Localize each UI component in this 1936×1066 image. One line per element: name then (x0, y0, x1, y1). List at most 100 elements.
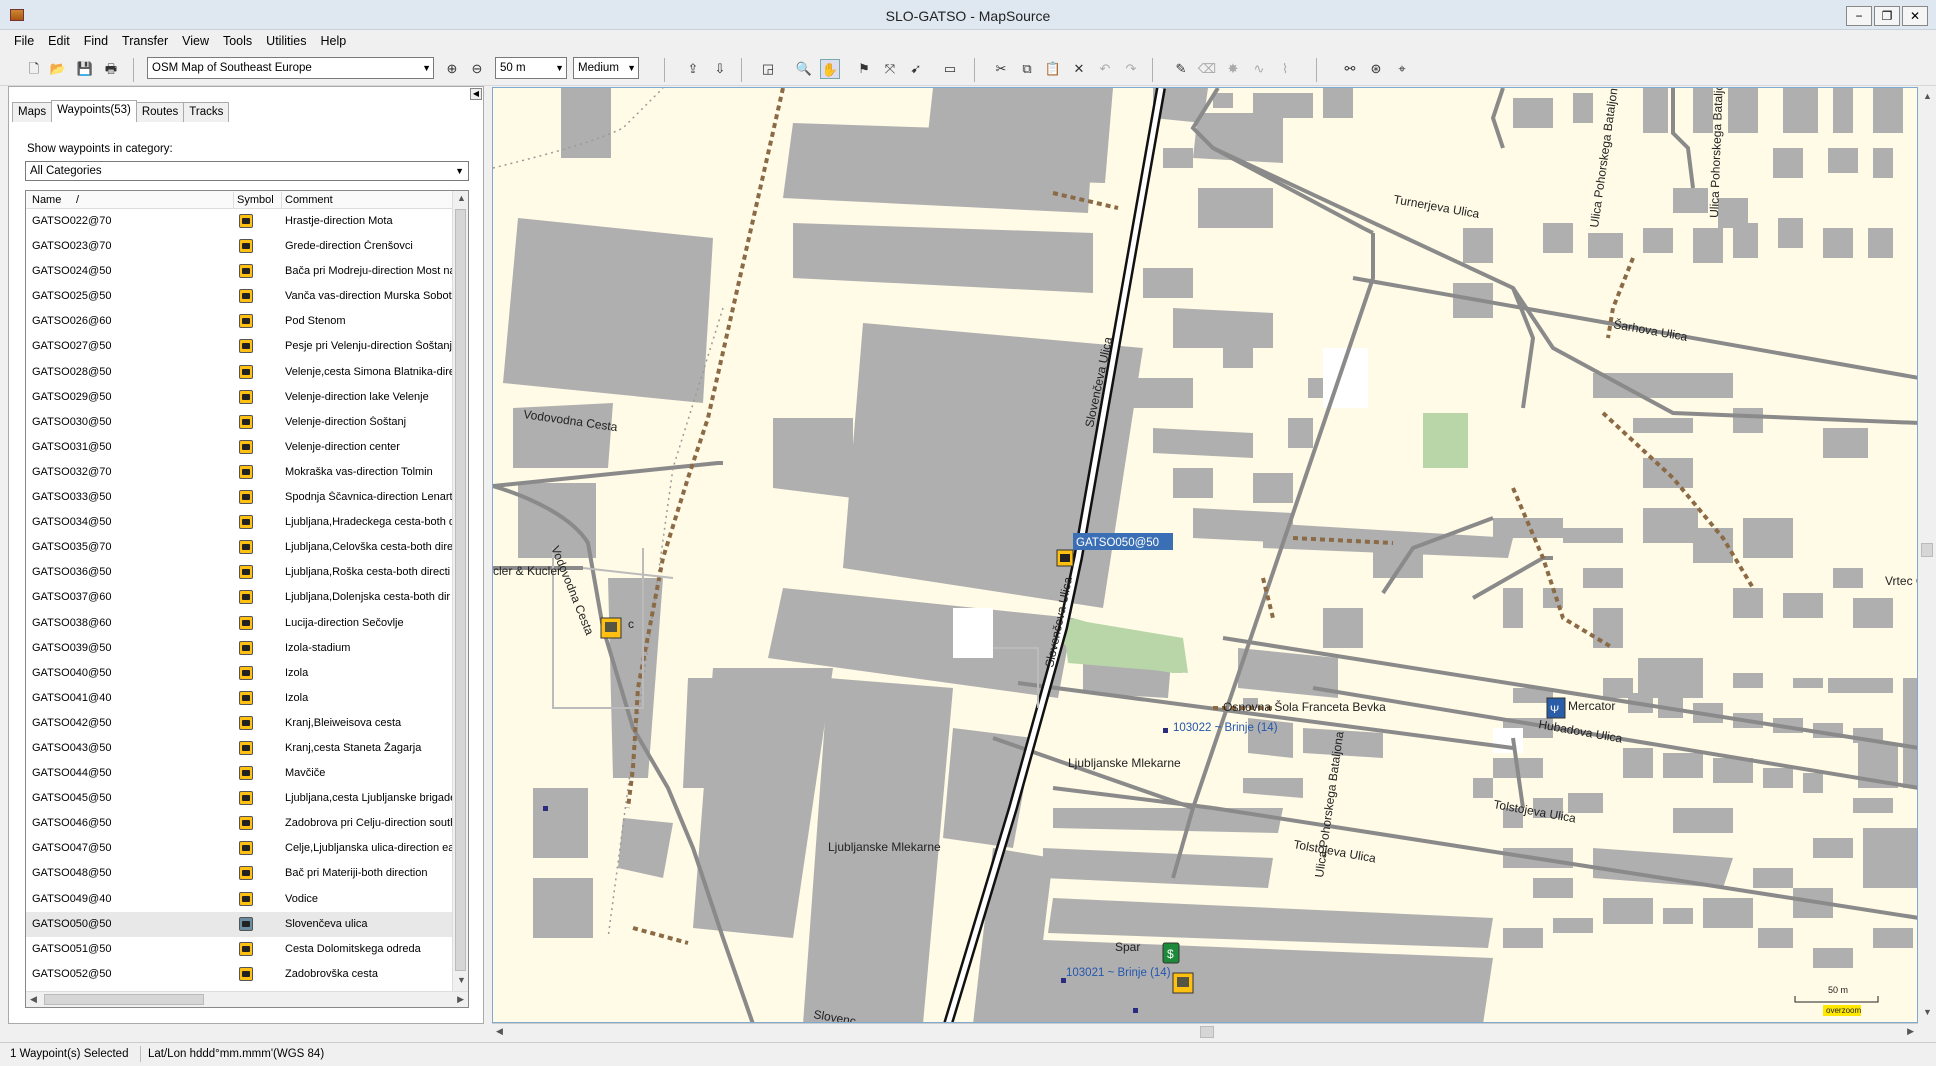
route-tool-icon[interactable]: ⤧ (880, 59, 900, 79)
list-item[interactable]: GATSO024@50 Bača pri Modreju-direction Mo… (26, 259, 454, 284)
list-item[interactable]: GATSO047@50 Celje,Ljubljanska ulica-direc… (26, 836, 454, 861)
map-vscroll-thumb[interactable] (1921, 543, 1933, 557)
measure-tool-icon[interactable]: ▭ (940, 59, 960, 79)
tab-routes[interactable]: Routes (135, 102, 185, 122)
new-file-icon[interactable]: 🗋 (24, 59, 44, 79)
list-item[interactable]: GATSO050@50 Slovenčeva ulica (26, 911, 454, 937)
erase-icon[interactable]: ⌫ (1197, 59, 1217, 79)
paste-icon[interactable]: 📋 (1043, 59, 1063, 79)
map-tool-icon[interactable]: ◲ (758, 59, 778, 79)
list-item[interactable]: GATSO032@70 Mokraška vas-direction Tolmin (26, 460, 454, 485)
menu-find[interactable]: Find (84, 31, 108, 51)
list-item[interactable]: GATSO041@40 Izola (26, 686, 454, 711)
list-item[interactable]: GATSO051@50 Cesta Dolomitskega odreda (26, 937, 454, 962)
menu-tools[interactable]: Tools (223, 31, 252, 51)
find-nearest-icon[interactable]: ⊛ (1366, 59, 1386, 79)
list-item[interactable]: GATSO028@50 Velenje,cesta Simona Blatnika… (26, 360, 454, 385)
print-icon[interactable]: 🖶 (101, 59, 121, 79)
list-item[interactable]: GATSO038@60 Lucija-direction Sečovlje (26, 611, 454, 636)
list-item[interactable]: GATSO034@50 Ljubljana,Hradeckega cesta-bo… (26, 510, 454, 535)
zoom-in-icon[interactable]: ⊕ (442, 59, 462, 79)
restaurant-icon[interactable]: Ψ (1546, 697, 1566, 719)
detail-level-select[interactable]: Medium ▼ (573, 57, 639, 79)
list-item[interactable]: GATSO036@50 Ljubljana,Roška cesta-both di… (26, 560, 454, 585)
list-item[interactable]: GATSO026@60 Pod Stenom (26, 309, 454, 334)
menu-edit[interactable]: Edit (48, 31, 70, 51)
list-item[interactable]: GATSO048@50 Bač pri Materiji-both directi… (26, 861, 454, 886)
cut-icon[interactable]: ✂ (991, 59, 1011, 79)
menu-utilities[interactable]: Utilities (266, 31, 306, 51)
map-product-select[interactable]: OSM Map of Southeast Europe ▼ (147, 57, 434, 79)
open-folder-icon[interactable]: 📂 (48, 59, 68, 79)
menu-help[interactable]: Help (320, 31, 346, 51)
find-place-icon[interactable]: ⌖ (1392, 59, 1412, 79)
selection-tool-icon[interactable]: ➹ (906, 59, 926, 79)
list-item[interactable]: GATSO025@50 Vanča vas-direction Murska So… (26, 284, 454, 309)
waypoint-tool-icon[interactable]: ⚑ (854, 59, 874, 79)
list-item[interactable]: GATSO039@50 Izola-stadium (26, 636, 454, 661)
hand-tool-icon[interactable]: ✋ (820, 59, 840, 79)
speed-camera-icon[interactable] (1056, 549, 1074, 567)
list-item[interactable]: GATSO052@50 Zadobrovška cesta (26, 962, 454, 987)
list-item[interactable]: GATSO043@50 Kranj,cesta Staneta Žagarja (26, 736, 454, 761)
list-hscroll-thumb[interactable] (44, 994, 204, 1005)
map-horizontal-scrollbar[interactable]: ◀ ▶ (492, 1023, 1918, 1039)
list-vertical-scrollbar[interactable]: ▲ ▼ (452, 191, 468, 991)
list-item[interactable]: GATSO040@50 Izola (26, 661, 454, 686)
divide-icon[interactable]: ✸ (1223, 59, 1243, 79)
restore-button[interactable]: ❐ (1874, 6, 1900, 26)
save-icon[interactable]: 💾 (75, 59, 95, 79)
zoom-scale-select[interactable]: 50 m ▼ (495, 57, 567, 79)
filter-icon[interactable]: ⌇ (1275, 59, 1295, 79)
shopping-icon[interactable]: $ (1162, 942, 1180, 964)
find-icon[interactable]: ⚯ (1340, 59, 1360, 79)
parking-icon[interactable] (1172, 972, 1194, 994)
receive-from-device-icon[interactable]: ⇪ (683, 59, 703, 79)
close-button[interactable]: ✕ (1902, 6, 1928, 26)
zoom-out-icon[interactable]: ⊖ (467, 59, 487, 79)
zoom-tool-icon[interactable]: 🔍 (794, 59, 814, 79)
tab-maps[interactable]: Maps (12, 102, 53, 122)
list-item[interactable]: GATSO035@70 Ljubljana,Celovška cesta-both… (26, 535, 454, 560)
parking-icon[interactable] (600, 617, 622, 639)
map-hscroll-thumb[interactable] (1200, 1026, 1214, 1038)
waypoint-name: GATSO033@50 (32, 491, 112, 504)
list-item[interactable]: GATSO049@40 Vodice (26, 887, 454, 912)
list-scroll-thumb[interactable] (455, 209, 466, 971)
tab-waypoints[interactable]: Waypoints(53) (51, 100, 137, 122)
collapse-panel-icon[interactable]: ◀ (470, 88, 482, 100)
list-item[interactable]: GATSO031@50 Velenje-direction center (26, 435, 454, 460)
minimize-button[interactable]: − (1846, 6, 1872, 26)
list-item[interactable]: GATSO045@50 Ljubljana,cesta Ljubljanske b… (26, 786, 454, 811)
list-item[interactable]: GATSO030@50 Velenje-direction Šoštanj (26, 410, 454, 435)
undo-icon[interactable]: ↶ (1095, 59, 1115, 79)
column-name[interactable]: Name (32, 194, 61, 206)
tab-tracks[interactable]: Tracks (183, 102, 230, 122)
list-item[interactable]: GATSO033@50 Spodnja Ščavnica-direction Le… (26, 485, 454, 510)
list-horizontal-scrollbar[interactable]: ◀ ▶ (26, 991, 468, 1007)
join-icon[interactable]: ∿ (1249, 59, 1269, 79)
list-item[interactable]: GATSO022@70 Hrastje-direction Mota (26, 209, 454, 234)
menu-view[interactable]: View (182, 31, 209, 51)
column-comment[interactable]: Comment (285, 194, 333, 206)
map-view[interactable]: Vodovodna Cesta Vodovodna Cesta Slovenče… (492, 87, 1918, 1023)
list-item[interactable]: GATSO027@50 Pesje pri Velenju-direction Š… (26, 334, 454, 359)
menu-file[interactable]: File (14, 31, 34, 51)
list-item[interactable]: GATSO023@70 Grede-direction Črenšovci (26, 234, 454, 259)
list-item[interactable]: GATSO046@50 Zadobrova pri Celju-direction… (26, 811, 454, 836)
list-item[interactable]: GATSO044@50 Mavčiče (26, 761, 454, 786)
list-item[interactable]: GATSO029@50 Velenje-direction lake Velenj… (26, 385, 454, 410)
list-item[interactable]: GATSO042@50 Kranj,Bleiweisova cesta (26, 711, 454, 736)
category-select[interactable]: All Categories ▼ (25, 161, 469, 181)
map-vertical-scrollbar[interactable]: ▲ ▼ (1919, 87, 1935, 1023)
track-edit-icon[interactable]: ✎ (1171, 59, 1191, 79)
list-item[interactable]: GATSO037@60 Ljubljana,Dolenjska cesta-bot… (26, 585, 454, 610)
copy-icon[interactable]: ⧉ (1017, 59, 1037, 79)
send-to-device-icon[interactable]: ⇩ (710, 59, 730, 79)
redo-icon[interactable]: ↷ (1121, 59, 1141, 79)
column-symbol[interactable]: Symbol (237, 194, 274, 206)
delete-icon[interactable]: ✕ (1069, 59, 1089, 79)
map-canvas[interactable]: Vodovodna Cesta Vodovodna Cesta Slovenče… (493, 88, 1918, 1023)
menu-transfer[interactable]: Transfer (122, 31, 168, 51)
selected-waypoint-label[interactable]: GATSO050@50 (1076, 537, 1159, 549)
